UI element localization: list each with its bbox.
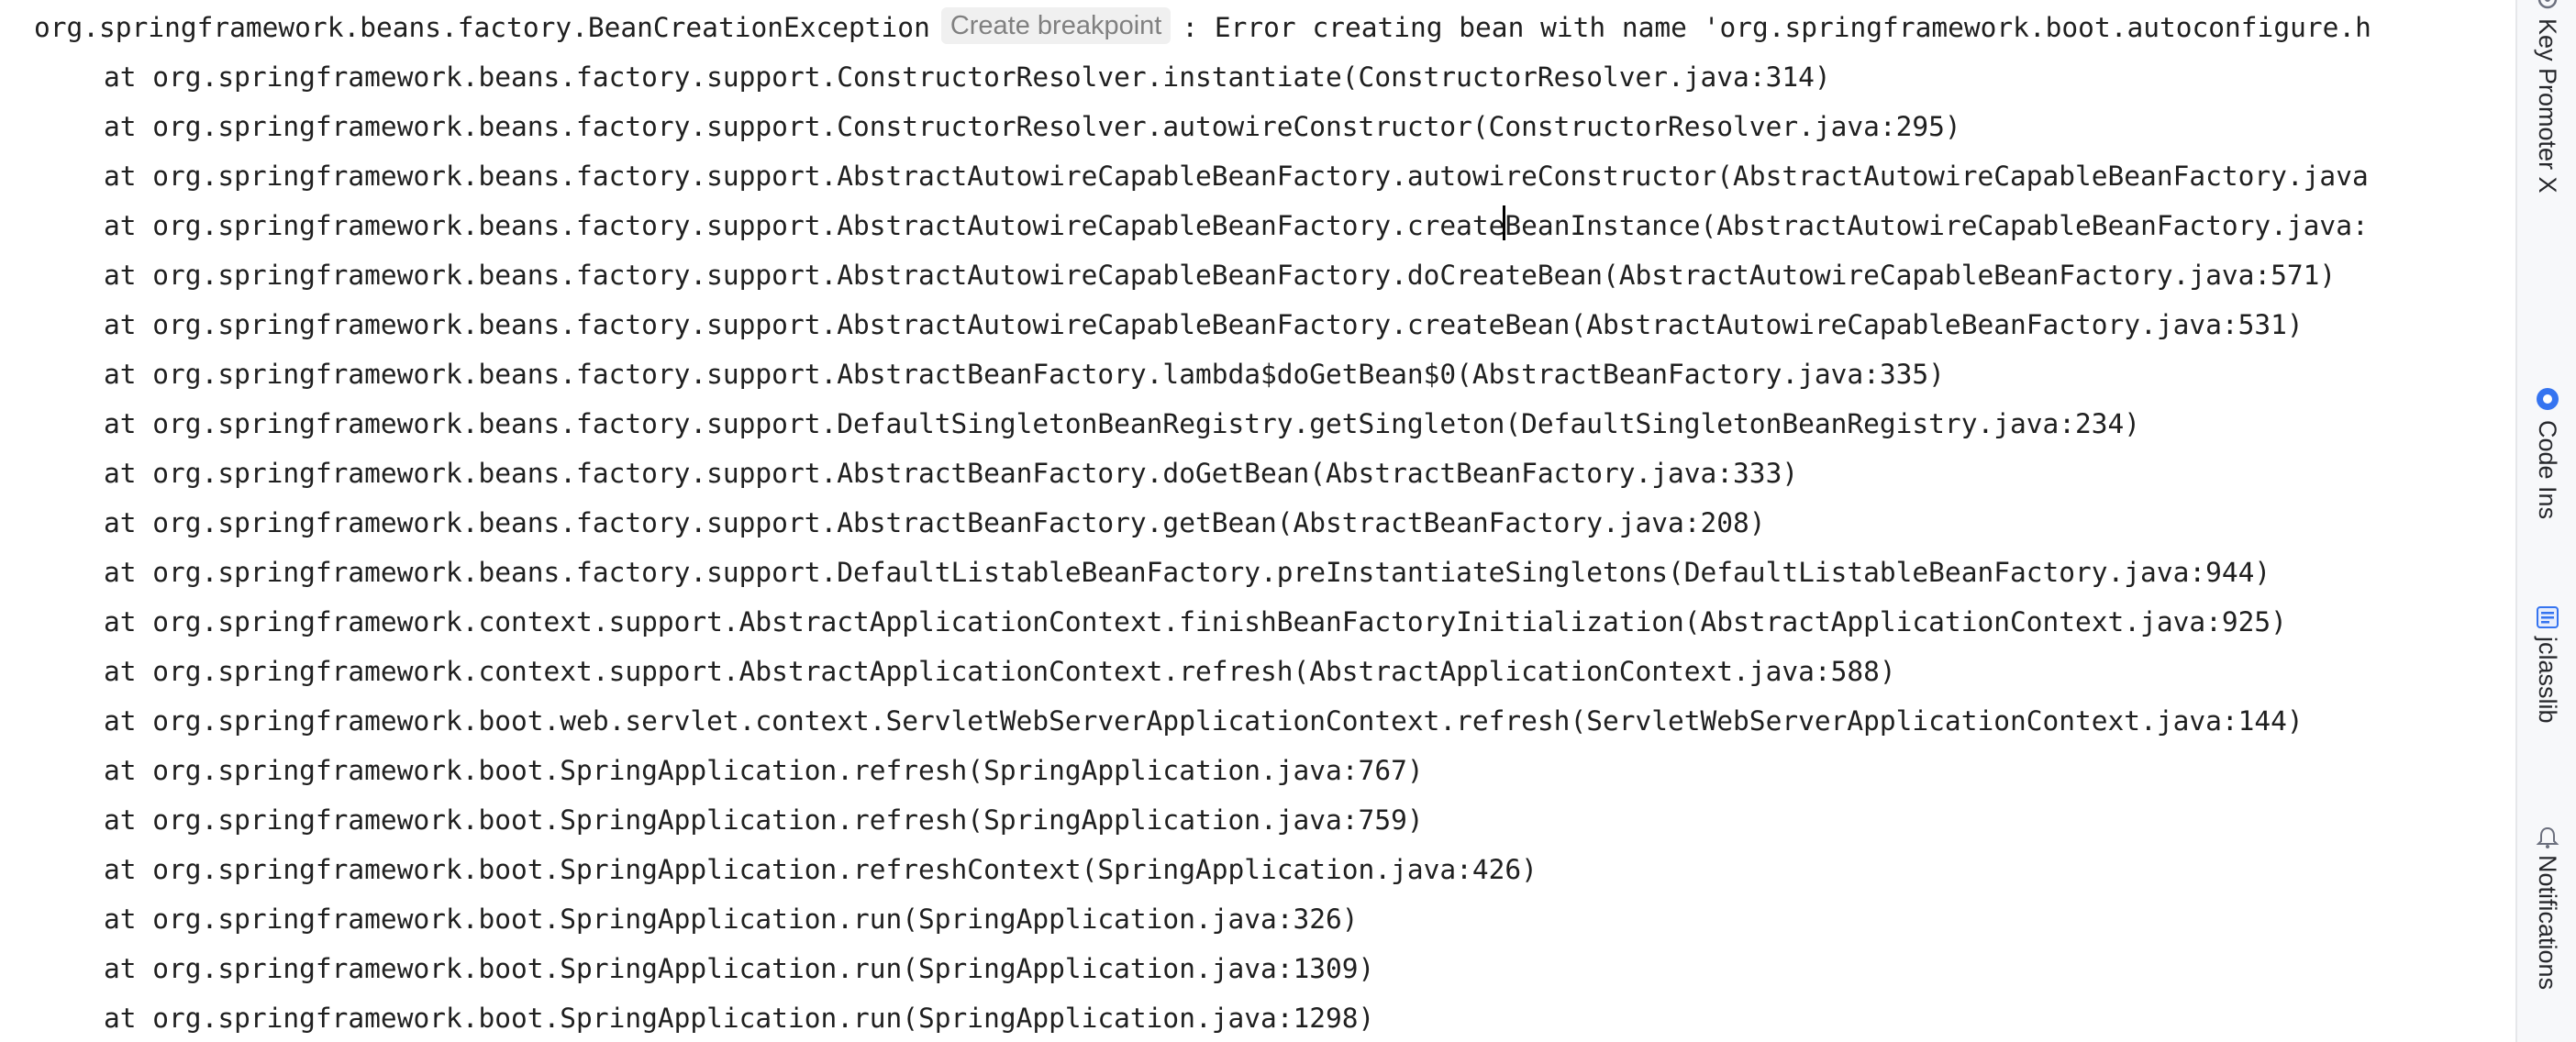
tool-notifications[interactable]: Notifications (2517, 807, 2576, 1042)
stack-frame-text: BeanInstance(AbstractAutowireCapableBean… (1505, 210, 2369, 241)
code-insight-icon (2537, 388, 2559, 410)
stack-frame-text: at org.springframework.boot.SpringApplic… (104, 953, 1375, 984)
stack-frame-line[interactable]: at org.springframework.boot.SpringApplic… (104, 795, 1424, 845)
stack-frame-text: at org.springframework.boot.web.servlet.… (104, 705, 2304, 737)
stack-frame-text: at org.springframework.beans.factory.sup… (104, 408, 2141, 439)
stack-frame-line[interactable]: at org.springframework.beans.factory.sup… (104, 250, 2336, 300)
stack-frame-text: at org.springframework.context.support.A… (104, 606, 2287, 637)
stack-frame-text: at org.springframework.beans.factory.sup… (104, 210, 1505, 241)
stack-frame-text: at org.springframework.boot.SpringApplic… (104, 903, 1359, 935)
stack-frame-line[interactable]: at org.springframework.beans.factory.sup… (104, 102, 1961, 151)
stack-frame-text: at org.springframework.beans.factory.sup… (104, 458, 1799, 489)
console-output[interactable]: org.springframework.beans.factory.BeanCr… (0, 0, 2515, 1042)
tool-code-insight[interactable]: Code Ins (2517, 376, 2576, 560)
stack-frame-text: at org.springframework.beans.factory.sup… (104, 309, 2304, 340)
exception-line[interactable]: org.springframework.beans.factory.BeanCr… (34, 3, 2371, 52)
stack-frame-text: at org.springframework.beans.factory.sup… (104, 61, 1831, 93)
ide-window: org.springframework.beans.factory.BeanCr… (0, 0, 2576, 1042)
stack-frame-line[interactable]: at org.springframework.beans.factory.sup… (104, 399, 2140, 449)
stack-frame-line[interactable]: at org.springframework.context.support.A… (104, 597, 2287, 647)
stack-frame-text: at org.springframework.boot.SpringApplic… (104, 804, 1424, 836)
bell-icon (2536, 826, 2559, 848)
exception-class[interactable]: org.springframework.beans.factory.BeanCr… (34, 12, 930, 43)
tool-label: jclasslib (2534, 637, 2561, 724)
right-tool-window-bar: Key Promoter X Code Ins jclasslib Notifi… (2515, 0, 2576, 1042)
stack-frame-line[interactable]: at org.springframework.boot.web.servlet.… (104, 696, 2304, 746)
exception-message: : Error creating bean with name 'org.spr… (1182, 12, 2371, 43)
stack-frame-line[interactable]: at org.springframework.beans.factory.sup… (104, 449, 1798, 498)
stack-frame-text: at org.springframework.beans.factory.sup… (104, 507, 1766, 538)
stack-frame-line[interactable]: at org.springframework.beans.factory.sup… (104, 201, 2369, 250)
stack-frame-line[interactable]: at org.springframework.boot.SpringApplic… (104, 746, 1424, 795)
tool-label: Notifications (2534, 855, 2561, 991)
stack-frame-text: at org.springframework.boot.SpringApplic… (104, 1003, 1375, 1034)
tool-jclasslib[interactable]: jclasslib (2517, 596, 2576, 780)
stack-frame-text: at org.springframework.boot.SpringApplic… (104, 854, 1538, 885)
tool-key-promoter-x[interactable]: Key Promoter X (2517, 0, 2576, 194)
create-breakpoint-hint[interactable]: Create breakpoint (940, 7, 1171, 44)
stack-frame-text: at org.springframework.beans.factory.sup… (104, 161, 2369, 192)
stack-frame-text: at org.springframework.beans.factory.sup… (104, 111, 1961, 142)
stack-frame-line[interactable]: at org.springframework.context.support.A… (104, 647, 1896, 696)
stack-frame-line[interactable]: at org.springframework.boot.SpringApplic… (104, 993, 1374, 1042)
stack-frame-line[interactable]: at org.springframework.beans.factory.sup… (104, 349, 1945, 399)
stack-frame-text: at org.springframework.beans.factory.sup… (104, 359, 1945, 390)
stack-frame-line[interactable]: at org.springframework.beans.factory.sup… (104, 52, 1831, 102)
tool-label: Code Ins (2534, 420, 2561, 520)
stack-frame-text: at org.springframework.context.support.A… (104, 656, 1896, 687)
tool-label: Key Promoter X (2534, 18, 2561, 194)
stack-frame-line[interactable]: at org.springframework.beans.factory.sup… (104, 548, 2271, 597)
stack-frame-line[interactable]: at org.springframework.beans.factory.sup… (104, 498, 1766, 548)
stack-frame-text: at org.springframework.beans.factory.sup… (104, 557, 2271, 588)
stack-frame-line[interactable]: at org.springframework.beans.factory.sup… (104, 151, 2369, 201)
jclasslib-icon (2537, 606, 2559, 628)
stack-frame-line[interactable]: at org.springframework.beans.factory.sup… (104, 300, 2304, 349)
stack-frame-line[interactable]: at org.springframework.boot.SpringApplic… (104, 894, 1359, 944)
stack-frame-line[interactable]: at org.springframework.boot.SpringApplic… (104, 944, 1374, 993)
stack-frame-text: at org.springframework.boot.SpringApplic… (104, 755, 1424, 786)
stack-frame-line[interactable]: at org.springframework.boot.SpringApplic… (104, 845, 1538, 894)
stack-frame-text: at org.springframework.beans.factory.sup… (104, 260, 2337, 291)
key-icon (2537, 0, 2558, 9)
